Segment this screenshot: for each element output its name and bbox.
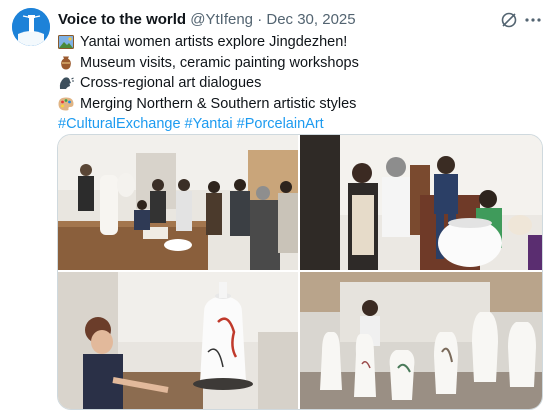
photo-vase-gallery[interactable]: [300, 272, 542, 409]
tweet-line-text: Cross-regional art dialogues: [80, 75, 262, 91]
hashtag-link[interactable]: #PorcelainArt: [237, 114, 324, 135]
avatar[interactable]: [12, 8, 50, 46]
post-date[interactable]: Dec 30, 2025: [266, 11, 355, 28]
hashtag-link[interactable]: #Yantai: [185, 114, 233, 135]
tweet-line: Cross-regional art dialogues: [58, 73, 542, 94]
author-handle[interactable]: @YtIfeng: [190, 11, 253, 28]
tweet-header: Voice to the world @YtIfeng · Dec 30, 20…: [58, 11, 514, 29]
picture-icon: [58, 35, 74, 50]
photo-painting-vase[interactable]: [58, 272, 298, 409]
hashtag-row: #CulturalExchange #Yantai #PorcelainArt: [58, 114, 542, 135]
header-separator: ·: [257, 11, 263, 28]
artist-palette-icon: [58, 97, 74, 111]
tweet-line: Yantai women artists explore Jingdezhen!: [58, 32, 542, 53]
tweet-line-text: Museum visits, ceramic painting workshop…: [80, 54, 359, 71]
hashtag-link[interactable]: #CulturalExchange: [58, 114, 181, 135]
tweet-line-text: Yantai women artists explore Jingdezhen!: [80, 34, 348, 50]
lighthouse-logo-icon: [12, 8, 50, 46]
speaking-head-icon: [58, 76, 74, 90]
tweet-line-text: Merging Northern & Southern artistic sty…: [80, 95, 357, 112]
vase-icon: [58, 56, 74, 70]
photo-vase-discussion[interactable]: [300, 135, 542, 270]
media-grid: [57, 134, 543, 410]
grok-icon[interactable]: [500, 11, 518, 29]
photo-workshop-group[interactable]: [58, 135, 298, 270]
tweet-line: Merging Northern & Southern artistic sty…: [58, 94, 542, 115]
tweet-line: Museum visits, ceramic painting workshop…: [58, 53, 542, 74]
more-options-icon[interactable]: [524, 11, 542, 29]
author-name[interactable]: Voice to the world: [58, 11, 186, 28]
tweet-text: Yantai women artists explore Jingdezhen!…: [58, 32, 542, 135]
